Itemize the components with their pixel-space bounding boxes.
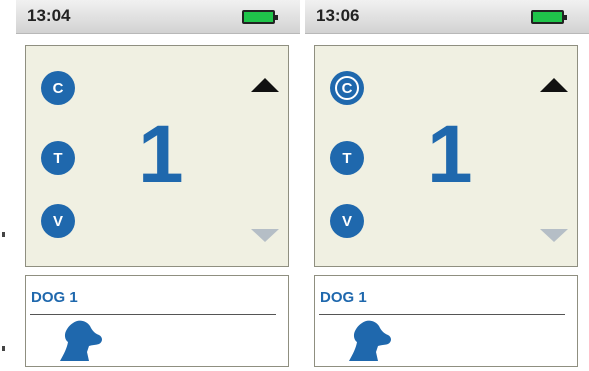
level-up-arrow-icon[interactable] xyxy=(251,78,279,92)
clock: 13:04 xyxy=(27,6,71,25)
dog-label: DOG 1 xyxy=(320,289,367,306)
battery-full-icon xyxy=(531,10,567,24)
mode-v-button[interactable]: V xyxy=(41,204,75,238)
dog-head-icon xyxy=(349,320,391,361)
dog-info-panel: DOG 1 xyxy=(25,275,289,367)
intensity-level: 1 xyxy=(138,109,184,200)
battery-full-icon xyxy=(242,10,278,24)
mode-t-label: T xyxy=(53,149,63,167)
divider xyxy=(30,314,276,315)
intensity-level: 1 xyxy=(427,109,473,200)
status-bar: 13:06 xyxy=(305,0,589,34)
control-screen: C T V 1 xyxy=(314,45,578,267)
device-screen-2: 13:06 C T V 1 DOG 1 xyxy=(305,0,589,371)
dog-info-panel: DOG 1 xyxy=(314,275,578,367)
clock: 13:06 xyxy=(316,6,360,25)
edge-mark xyxy=(2,346,5,351)
level-up-arrow-icon[interactable] xyxy=(540,78,568,92)
dog-label: DOG 1 xyxy=(31,289,78,306)
edge-mark xyxy=(2,232,5,237)
mode-t-label: T xyxy=(342,149,352,167)
device-screen-1: 13:04 C T V 1 DOG 1 xyxy=(16,0,300,371)
mode-v-button[interactable]: V xyxy=(330,204,364,238)
mode-c-label: C xyxy=(52,79,64,97)
mode-c-button[interactable]: C xyxy=(41,71,75,105)
dog-head-icon xyxy=(60,320,102,361)
divider xyxy=(319,314,565,315)
mode-v-label: V xyxy=(341,212,352,230)
status-bar: 13:04 xyxy=(16,0,300,34)
mode-c-label: C xyxy=(341,79,353,97)
mode-t-button[interactable]: T xyxy=(330,141,364,175)
mode-t-button[interactable]: T xyxy=(41,141,75,175)
mode-v-label: V xyxy=(52,212,63,230)
control-screen: C T V 1 xyxy=(25,45,289,267)
level-down-arrow-icon[interactable] xyxy=(540,229,568,242)
level-down-arrow-icon[interactable] xyxy=(251,229,279,242)
mode-c-button-selected[interactable]: C xyxy=(330,71,364,105)
